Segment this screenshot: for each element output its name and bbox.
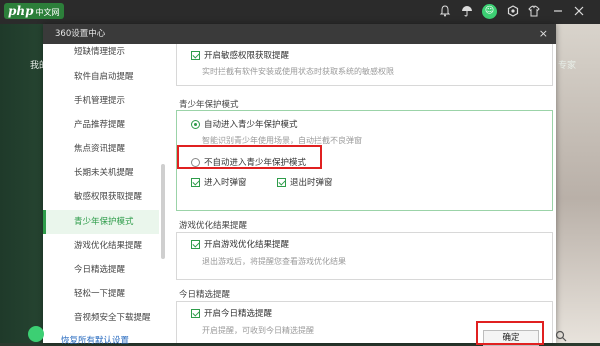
- top-bar: php 中文网 ☺: [0, 0, 600, 24]
- sidebar-item-label: 短缺情理提示: [74, 47, 126, 57]
- background-right-text: 专家: [558, 61, 577, 71]
- sidebar-item-label: 今日精选提醒: [74, 265, 126, 275]
- sidebar-item-label: 青少年保护模式: [74, 217, 134, 227]
- daily-checkbox-label: 开启今日精选提醒: [204, 309, 273, 319]
- sidebar-item-daily[interactable]: 今日精选提醒: [43, 258, 159, 282]
- checkbox-checked-icon: [191, 51, 200, 60]
- sidebar-item-label: 手机管理提示: [74, 96, 126, 106]
- enter-popup-checkbox[interactable]: 进入时弹窗: [191, 176, 247, 188]
- sidebar-item-label: 轻松一下提醒: [74, 289, 126, 299]
- sidebar-item-label: 游戏优化结果提醒: [74, 241, 143, 251]
- restore-defaults-link[interactable]: 恢复所有默认设置: [61, 334, 129, 346]
- exit-popup-label: 退出时弹窗: [290, 178, 333, 188]
- checkbox-checked-icon: [191, 240, 200, 249]
- highlight-box: [476, 321, 544, 345]
- sidebar-item-label: 音视频安全下载提醒: [74, 313, 151, 323]
- dialog-title: 360设置中心: [43, 24, 556, 44]
- checkbox-checked-icon: [277, 178, 286, 187]
- dialog-close-icon[interactable]: ×: [539, 24, 548, 44]
- close-icon[interactable]: [572, 5, 586, 19]
- sensitive-desc: 实时拦截有软件安装或使用状态时获取系统的敏感权限: [202, 67, 394, 76]
- sidebar-item-game[interactable]: 游戏优化结果提醒: [43, 234, 159, 258]
- radio-auto-label: 自动进入青少年保护模式: [204, 120, 298, 130]
- avatar-icon[interactable]: ☺: [482, 4, 497, 19]
- sidebar-item-relax[interactable]: 轻松一下提醒: [43, 282, 159, 306]
- sidebar-item-news[interactable]: 焦点资讯提醒: [43, 137, 159, 161]
- settings-icon[interactable]: [506, 5, 520, 19]
- daily-checkbox[interactable]: 开启今日精选提醒: [191, 307, 272, 319]
- logo-subtext: 中文网: [35, 8, 60, 17]
- umbrella-icon[interactable]: [460, 5, 474, 19]
- sidebar-item-autostart[interactable]: 软件自启动提醒: [43, 65, 159, 89]
- minimize-icon[interactable]: [551, 5, 565, 19]
- sidebar-item-label: 长期未关机提醒: [74, 168, 134, 178]
- logo-text: php: [8, 4, 34, 18]
- php-logo: php 中文网: [4, 3, 64, 19]
- game-checkbox[interactable]: 开启游戏优化结果提醒: [191, 238, 289, 250]
- game-desc: 退出游戏后，将提醒您查看游戏优化结果: [202, 257, 346, 266]
- sidebar-item-label: 焦点资讯提醒: [74, 144, 126, 154]
- sidebar-item-youth[interactable]: 青少年保护模式: [43, 210, 159, 234]
- exit-popup-checkbox[interactable]: 退出时弹窗: [277, 176, 333, 188]
- radio-selected-icon: [191, 120, 200, 129]
- sidebar-item-label: 产品推荐提醒: [74, 120, 126, 130]
- sensitive-checkbox[interactable]: 开启敏感权限获取提醒: [191, 49, 289, 61]
- radio-auto-youth[interactable]: 自动进入青少年保护模式: [191, 118, 298, 130]
- sidebar-item-permission[interactable]: 敏感权限获取提醒: [43, 185, 159, 209]
- sensitive-checkbox-label: 开启敏感权限获取提醒: [204, 51, 290, 61]
- youth-section-title: 青少年保护模式: [179, 100, 239, 110]
- sidebar-item-shutdown[interactable]: 长期未关机提醒: [43, 161, 159, 185]
- checkbox-checked-icon: [191, 178, 200, 187]
- sidebar-item-product[interactable]: 产品推荐提醒: [43, 113, 159, 137]
- sidebar-item-shortage[interactable]: 短缺情理提示: [43, 44, 159, 64]
- highlight-box: [177, 145, 322, 169]
- daily-section-title: 今日精选提醒: [179, 290, 231, 300]
- settings-dialog: 360设置中心 × 短缺情理提示 软件自启动提醒 手机管理提示 产品推荐提醒 焦…: [43, 24, 556, 343]
- sidebar-item-label: 软件自启动提醒: [74, 72, 134, 82]
- green-status-icon: [28, 326, 44, 342]
- settings-sidebar: 短缺情理提示 软件自启动提醒 手机管理提示 产品推荐提醒 焦点资讯提醒 长期未关…: [43, 44, 165, 343]
- bell-icon[interactable]: [438, 5, 452, 19]
- game-checkbox-label: 开启游戏优化结果提醒: [204, 240, 290, 250]
- skin-icon[interactable]: [527, 5, 541, 19]
- sidebar-item-label: 敏感权限获取提醒: [74, 192, 143, 202]
- sidebar-item-phone[interactable]: 手机管理提示: [43, 89, 159, 113]
- checkbox-checked-icon: [191, 309, 200, 318]
- settings-content: 开启敏感权限获取提醒 实时拦截有软件安装或使用状态时获取系统的敏感权限 青少年保…: [165, 44, 556, 343]
- game-section-title: 游戏优化结果提醒: [179, 221, 248, 231]
- sidebar-item-download[interactable]: 音视频安全下载提醒: [43, 306, 159, 330]
- daily-desc: 开启提醒，可收到今日精选提醒: [202, 326, 314, 335]
- enter-popup-label: 进入时弹窗: [204, 178, 247, 188]
